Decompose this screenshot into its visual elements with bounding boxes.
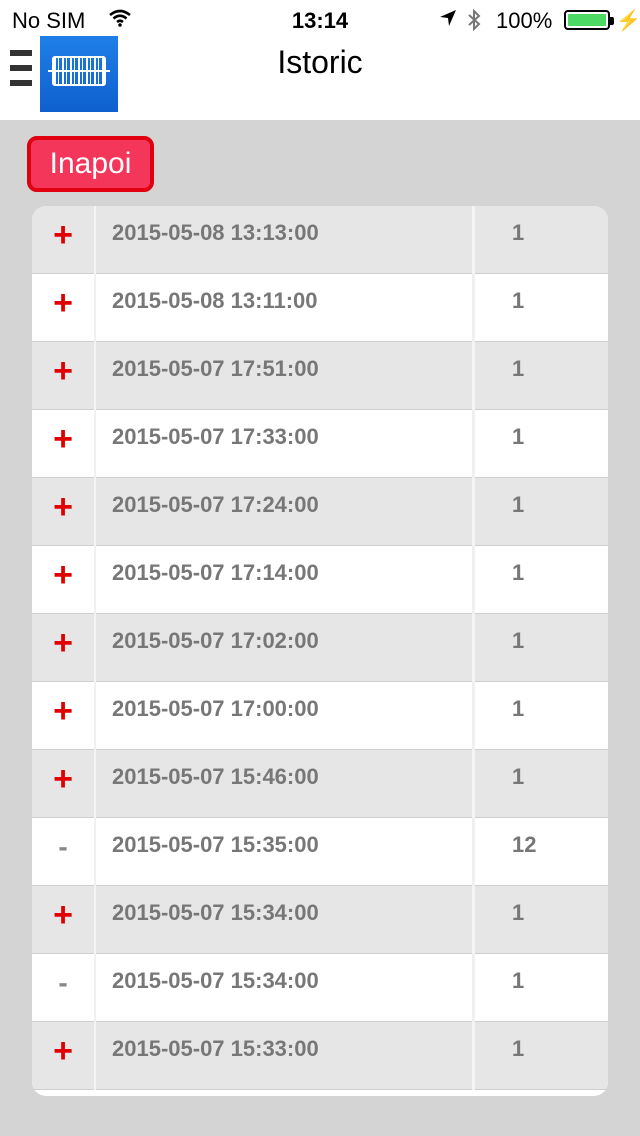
- column-divider: [94, 206, 96, 274]
- column-divider: [472, 818, 475, 886]
- column-divider: [472, 682, 475, 750]
- column-divider: [472, 954, 475, 1022]
- history-row[interactable]: +2015-05-07 15:33:00 1: [32, 1022, 608, 1090]
- column-divider: [94, 954, 96, 1022]
- column-divider: [94, 1022, 96, 1090]
- location-arrow-icon: [438, 8, 458, 34]
- column-divider: [94, 886, 96, 954]
- history-row[interactable]: - 2015-05-07 15:34:00 1: [32, 954, 608, 1022]
- minus-icon: -: [58, 831, 68, 862]
- column-divider: [472, 410, 475, 478]
- history-row[interactable]: +2015-05-08 13:13:00 1: [32, 206, 608, 274]
- history-date: 2015-05-08 13:13:00: [112, 220, 319, 245]
- history-quantity: 1: [512, 968, 525, 993]
- history-quantity: 1: [512, 220, 525, 245]
- history-date: 2015-05-07 17:33:00: [112, 424, 319, 449]
- page-title: Istoric: [277, 44, 363, 80]
- history-list: +2015-05-08 13:13:00 1 +2015-05-08 13:11:0…: [32, 206, 608, 1096]
- column-divider: [472, 614, 475, 682]
- battery-percent: 100%: [496, 8, 553, 33]
- plus-icon: +: [53, 420, 73, 458]
- history-row[interactable]: +2015-05-07 17:02:00 1: [32, 614, 608, 682]
- history-date: 2015-05-07 17:51:00: [112, 356, 319, 381]
- history-date: 2015-05-07 15:35:00: [112, 832, 319, 857]
- history-quantity: 1: [512, 492, 525, 517]
- history-row[interactable]: +2015-05-07 17:51:00 1: [32, 342, 608, 410]
- plus-icon: +: [53, 692, 73, 730]
- minus-icon: -: [58, 967, 68, 998]
- plus-icon: +: [53, 1032, 73, 1070]
- history-quantity: 12: [512, 832, 537, 857]
- navigation-bar: Istoric: [0, 36, 640, 120]
- history-row[interactable]: +2015-05-07 17:00:00 1: [32, 682, 608, 750]
- column-divider: [472, 342, 475, 410]
- history-quantity: 1: [512, 560, 525, 585]
- plus-icon: +: [53, 488, 73, 526]
- history-quantity: 1: [512, 628, 525, 653]
- history-quantity: 1: [512, 288, 525, 313]
- column-divider: [472, 206, 475, 274]
- history-date: 2015-05-07 15:34:00: [112, 900, 319, 925]
- plus-icon: +: [53, 352, 73, 390]
- plus-icon: +: [53, 896, 73, 934]
- column-divider: [94, 274, 96, 342]
- status-bar: No SIM 13:14 100% ⚡: [0, 0, 640, 40]
- history-date: 2015-05-08 13:11:00: [112, 288, 318, 313]
- column-divider: [472, 886, 475, 954]
- column-divider: [94, 342, 96, 410]
- history-row[interactable]: +2015-05-07 17:24:00 1: [32, 478, 608, 546]
- history-row[interactable]: +2015-05-08 13:11:00 1: [32, 274, 608, 342]
- column-divider: [94, 546, 96, 614]
- history-date: 2015-05-07 15:34:00: [112, 968, 319, 993]
- plus-icon: +: [53, 216, 73, 254]
- column-divider: [472, 750, 475, 818]
- column-divider: [94, 410, 96, 478]
- column-divider: [472, 546, 475, 614]
- history-row[interactable]: +2015-05-07 15:34:00 1: [32, 886, 608, 954]
- history-quantity: 1: [512, 696, 525, 721]
- column-divider: [94, 750, 96, 818]
- history-row[interactable]: - 2015-05-07 15:35:00 12: [32, 818, 608, 886]
- column-divider: [94, 614, 96, 682]
- column-divider: [472, 274, 475, 342]
- history-date: 2015-05-07 15:33:00: [112, 1036, 319, 1061]
- history-date: 2015-05-07 17:14:00: [112, 560, 319, 585]
- history-row[interactable]: +2015-05-07 15:46:00 1: [32, 750, 608, 818]
- history-date: 2015-05-07 17:24:00: [112, 492, 319, 517]
- history-date: 2015-05-07 15:46:00: [112, 764, 319, 789]
- history-date: 2015-05-07 17:00:00: [112, 696, 319, 721]
- history-quantity: 1: [512, 900, 525, 925]
- back-button[interactable]: Inapoi: [27, 136, 154, 192]
- column-divider: [472, 478, 475, 546]
- charging-bolt-icon: ⚡: [616, 10, 640, 32]
- column-divider: [94, 818, 96, 886]
- column-divider: [94, 682, 96, 750]
- battery-icon: [564, 10, 614, 30]
- history-quantity: 1: [512, 764, 525, 789]
- plus-icon: +: [53, 624, 73, 662]
- history-row[interactable]: +2015-05-07 17:14:00 1: [32, 546, 608, 614]
- bluetooth-icon: [466, 8, 482, 38]
- column-divider: [94, 478, 96, 546]
- plus-icon: +: [53, 760, 73, 798]
- history-quantity: 1: [512, 1036, 525, 1061]
- plus-icon: +: [53, 284, 73, 322]
- history-quantity: 1: [512, 356, 525, 381]
- plus-icon: +: [53, 556, 73, 594]
- history-date: 2015-05-07 17:02:00: [112, 628, 319, 653]
- history-quantity: 1: [512, 424, 525, 449]
- column-divider: [472, 1022, 475, 1090]
- history-row[interactable]: +2015-05-07 17:33:00 1: [32, 410, 608, 478]
